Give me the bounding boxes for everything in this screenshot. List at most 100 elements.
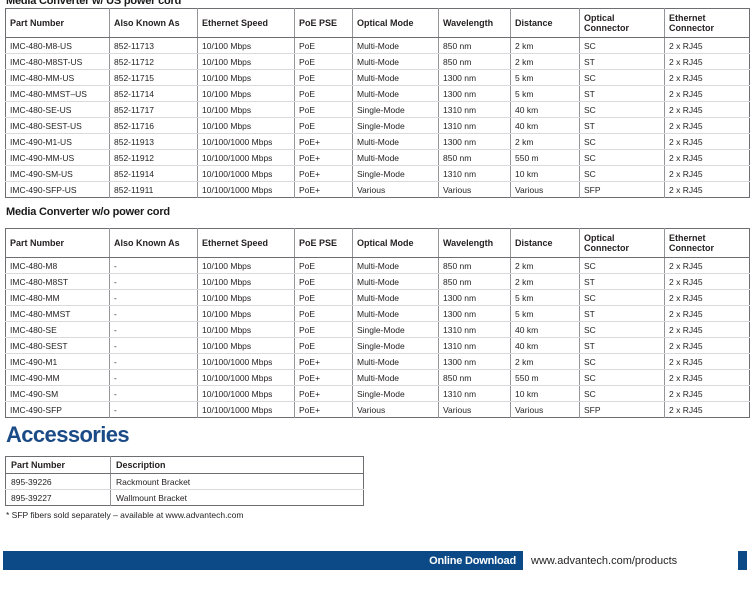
cell-optical-mode: Single-Mode (352, 385, 439, 402)
cell-ethernet-speed: 10/100 Mbps (197, 85, 295, 102)
cell-part-number: IMC-480-M8-US (5, 37, 110, 54)
cell-poe-pse: PoE+ (294, 369, 353, 386)
table-row: IMC-480-MM - 10/100 Mbps PoE Multi-Mode … (5, 289, 750, 306)
cell-optical-connector: SC (579, 289, 665, 306)
cell-distance: 40 km (510, 321, 580, 338)
cell-poe-pse: PoE (294, 273, 353, 290)
table-row: IMC-490-SFP-US 852-11911 10/100/1000 Mbp… (5, 181, 750, 198)
column-header: Optical Mode (352, 228, 439, 258)
cell-part-number: 895-39227 (11, 492, 52, 503)
cell-distance: 2 km (510, 273, 580, 290)
cell-distance: 10 km (510, 385, 580, 402)
column-header: Optical Mode (352, 8, 439, 38)
cell-wavelength: 850 nm (438, 257, 511, 274)
cell-optical-connector: SC (579, 149, 665, 166)
cell-optical-mode: Multi-Mode (352, 257, 439, 274)
cell-ethernet-speed: 10/100 Mbps (197, 305, 295, 322)
cell-poe-pse: PoE (294, 305, 353, 322)
cell-poe-pse: PoE (294, 289, 353, 306)
cell-ethernet-connector: 2 x RJ45 (664, 101, 750, 118)
cell-wavelength: 1300 nm (438, 289, 511, 306)
cell-also-known-as: 852-11914 (109, 165, 198, 182)
cell-part-number: IMC-480-SEST-US (5, 117, 110, 134)
cell-also-known-as: 852-11713 (109, 37, 198, 54)
table-row: IMC-480-M8ST - 10/100 Mbps PoE Multi-Mod… (5, 273, 750, 290)
footnote-sfp-fibers: * SFP fibers sold separately – available… (6, 510, 244, 520)
media-converter-no-power-cord-table: Part Number Also Known As Ethernet Speed… (5, 228, 750, 418)
cell-part-number: IMC-490-SM (5, 385, 110, 402)
cell-poe-pse: PoE+ (294, 149, 353, 166)
cell-part-number: IMC-480-M8ST-US (5, 53, 110, 70)
cell-also-known-as: 852-11717 (109, 101, 198, 118)
cell-optical-mode: Multi-Mode (352, 273, 439, 290)
table-row: IMC-480-M8ST-US 852-11712 10/100 Mbps Po… (5, 53, 750, 70)
table-row: IMC-490-SM-US 852-11914 10/100/1000 Mbps… (5, 165, 750, 182)
online-download-url[interactable]: www.advantech.com/products (523, 551, 738, 570)
cell-ethernet-connector: 2 x RJ45 (664, 401, 750, 418)
cell-wavelength: 1300 nm (438, 353, 511, 370)
table-row: IMC-490-SFP - 10/100/1000 Mbps PoE+ Vari… (5, 401, 750, 418)
cell-ethernet-connector: 2 x RJ45 (664, 133, 750, 150)
table-header-row: Part Number Description (5, 456, 364, 474)
cell-optical-connector: ST (579, 117, 665, 134)
cell-ethernet-connector: 2 x RJ45 (664, 385, 750, 402)
cell-poe-pse: PoE (294, 53, 353, 70)
cell-distance: 5 km (510, 69, 580, 86)
cell-also-known-as: 852-11712 (109, 53, 198, 70)
cell-optical-connector: SC (579, 37, 665, 54)
cell-distance: Various (510, 181, 580, 198)
cell-ethernet-speed: 10/100 Mbps (197, 289, 295, 306)
cell-ethernet-connector: 2 x RJ45 (664, 369, 750, 386)
cell-optical-mode: Multi-Mode (352, 85, 439, 102)
cell-ethernet-connector: 2 x RJ45 (664, 321, 750, 338)
cell-distance: 5 km (510, 305, 580, 322)
cell-wavelength: 850 nm (438, 369, 511, 386)
cell-part-number: IMC-480-M8 (5, 257, 110, 274)
cell-part-number: IMC-490-M1-US (5, 133, 110, 150)
cell-ethernet-connector: 2 x RJ45 (664, 353, 750, 370)
column-header: Optical Connector (579, 8, 665, 38)
cell-optical-mode: Multi-Mode (352, 369, 439, 386)
cell-part-number: IMC-480-MM-US (5, 69, 110, 86)
table-row: IMC-490-M1 - 10/100/1000 Mbps PoE+ Multi… (5, 353, 750, 370)
cell-ethernet-connector: 2 x RJ45 (664, 149, 750, 166)
cell-optical-connector: SC (579, 369, 665, 386)
cell-also-known-as: 852-11913 (109, 133, 198, 150)
cell-description: Rackmount Bracket (110, 473, 364, 490)
table-row: IMC-480-MMST–US 852-11714 10/100 Mbps Po… (5, 85, 750, 102)
media-converter-us-power-cord-table: Part Number Also Known As Ethernet Speed… (5, 8, 750, 198)
cell-optical-connector: SC (579, 101, 665, 118)
cell-ethernet-speed: 10/100/1000 Mbps (197, 181, 295, 198)
cell-also-known-as: 852-11715 (109, 69, 198, 86)
cell-ethernet-connector: 2 x RJ45 (664, 257, 750, 274)
accessories-heading: Accessories (6, 422, 130, 447)
cell-ethernet-connector: 2 x RJ45 (664, 117, 750, 134)
cell-also-known-as: - (109, 369, 198, 386)
cell-wavelength: 850 nm (438, 273, 511, 290)
cell-part-number: IMC-490-MM (5, 369, 110, 386)
cell-poe-pse: PoE (294, 117, 353, 134)
cell-poe-pse: PoE+ (294, 181, 353, 198)
section-title-us-power-cord: Media Converter w/ US power cord (6, 0, 182, 7)
cell-wavelength: Various (438, 401, 511, 418)
cell-also-known-as: 852-11912 (109, 149, 198, 166)
cell-ethernet-connector: 2 x RJ45 (664, 273, 750, 290)
cell-also-known-as: 852-11714 (109, 85, 198, 102)
cell-part-number: IMC-480-SE (5, 321, 110, 338)
cell-wavelength: 1300 nm (438, 133, 511, 150)
cell-distance: 5 km (510, 289, 580, 306)
table-row: 895-39226 Rackmount Bracket (5, 473, 364, 490)
cell-distance: 40 km (510, 117, 580, 134)
table-row: IMC-480-M8-US 852-11713 10/100 Mbps PoE … (5, 37, 750, 54)
cell-optical-mode: Multi-Mode (352, 37, 439, 54)
cell-optical-mode: Single-Mode (352, 165, 439, 182)
cell-optical-mode: Multi-Mode (352, 53, 439, 70)
cell-distance: 2 km (510, 257, 580, 274)
column-header: PoE PSE (294, 228, 353, 258)
cell-part-number: IMC-480-MM (5, 289, 110, 306)
cell-optical-connector: ST (579, 53, 665, 70)
cell-also-known-as: - (109, 401, 198, 418)
cell-part-number: IMC-490-M1 (5, 353, 110, 370)
cell-wavelength: 1310 nm (438, 101, 511, 118)
cell-optical-mode: Multi-Mode (352, 69, 439, 86)
